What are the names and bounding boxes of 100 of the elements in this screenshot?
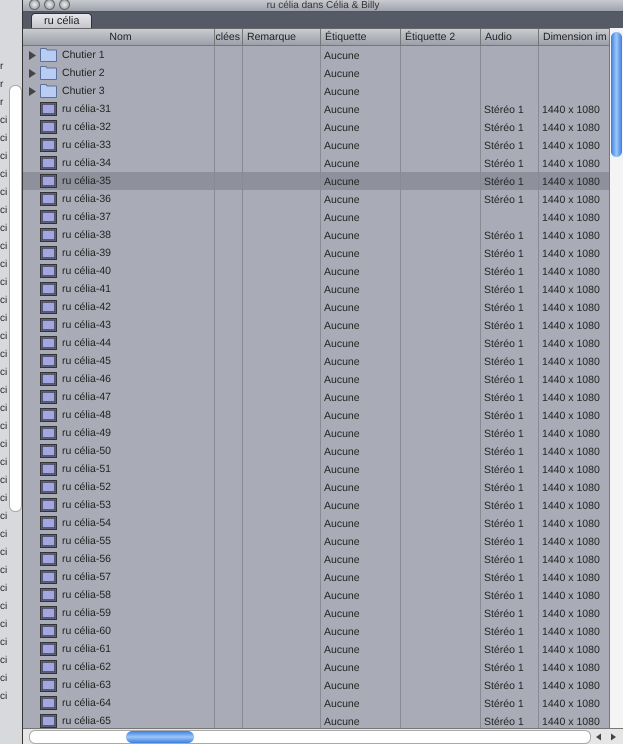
- list-item-text: ci: [0, 654, 8, 668]
- tab[interactable]: ru célia: [31, 13, 92, 28]
- list-item-text: ci: [0, 168, 8, 182]
- list-item-text: ci: [0, 492, 8, 506]
- vertical-scrollbar[interactable]: [609, 28, 623, 728]
- label-value: Aucune: [324, 680, 360, 692]
- clip-name: ru célia-50: [62, 445, 112, 457]
- clip-icon: [40, 444, 57, 458]
- disclosure-triangle-icon[interactable]: [29, 86, 36, 96]
- clip-icon: [40, 408, 57, 422]
- clip-name: ru célia-63: [62, 679, 112, 691]
- audio-value: Stéréo 1: [484, 572, 524, 584]
- list-item-text: ci: [0, 456, 8, 470]
- label-value: Aucune: [324, 482, 360, 494]
- dimension-value: 1440 x 1080: [542, 320, 600, 332]
- clip-icon: [40, 192, 57, 206]
- column-header[interactable]: Nom: [23, 29, 215, 45]
- dimension-value: 1440 x 1080: [542, 572, 600, 584]
- label-value: Aucune: [324, 446, 360, 458]
- clip-icon: [40, 210, 57, 224]
- clip-name: ru célia-33: [62, 139, 112, 151]
- dimension-value: 1440 x 1080: [542, 446, 600, 458]
- column-header[interactable]: Étiquette: [321, 29, 401, 45]
- disclosure-triangle-icon[interactable]: [29, 68, 36, 78]
- label-value: Aucune: [324, 410, 360, 422]
- folder-icon: [40, 48, 57, 62]
- label-value: Aucune: [324, 536, 360, 548]
- dimension-value: 1440 x 1080: [542, 122, 600, 134]
- audio-value: Stéréo 1: [484, 284, 524, 296]
- clip-icon: [40, 624, 57, 638]
- column-header[interactable]: clées: [215, 29, 243, 45]
- clip-name: ru célia-55: [62, 535, 112, 547]
- audio-value: Stéréo 1: [484, 194, 524, 206]
- clip-name: ru célia-49: [62, 427, 112, 439]
- list-item-text: ci: [0, 276, 8, 290]
- list-item-text: ci: [0, 582, 8, 596]
- clip-name: ru célia-40: [62, 265, 112, 277]
- clip-icon: [40, 696, 57, 710]
- dimension-value: 1440 x 1080: [542, 482, 600, 494]
- clip-icon: [40, 102, 57, 116]
- clip-name: ru célia-64: [62, 697, 112, 709]
- list-item-text: ci: [0, 204, 8, 218]
- label-value: Aucune: [324, 176, 360, 188]
- clip-name: ru célia-45: [62, 355, 112, 367]
- list-item-text: ci: [0, 402, 8, 416]
- label-value: Aucune: [324, 374, 360, 386]
- list-item-text: ci: [0, 114, 8, 128]
- label-value: Aucune: [324, 428, 360, 440]
- list-item-text: ci: [0, 600, 8, 614]
- label-value: Aucune: [324, 50, 360, 62]
- clip-name: Chutier 1: [62, 49, 105, 61]
- clip-icon: [40, 498, 57, 512]
- dimension-value: 1440 x 1080: [542, 194, 600, 206]
- clip-icon: [40, 120, 57, 134]
- dimension-value: 1440 x 1080: [542, 464, 600, 476]
- dimension-value: 1440 x 1080: [542, 392, 600, 404]
- list-item-text: ci: [0, 420, 8, 434]
- column-header[interactable]: Audio: [481, 29, 539, 45]
- window-control-icon[interactable]: [59, 0, 70, 10]
- disclosure-triangle-icon[interactable]: [29, 50, 36, 60]
- clip-name: ru célia-60: [62, 625, 112, 637]
- label-value: Aucune: [324, 320, 360, 332]
- audio-value: Stéréo 1: [484, 626, 524, 638]
- dimension-value: 1440 x 1080: [542, 644, 600, 656]
- clip-name: ru célia-51: [62, 463, 112, 475]
- audio-value: Stéréo 1: [484, 554, 524, 566]
- window-control-icon[interactable]: [29, 0, 40, 10]
- folder-icon: [40, 66, 57, 80]
- audio-value: Stéréo 1: [484, 590, 524, 602]
- table-row[interactable]: ru célia-35 Aucune Stéréo 1 1440 x 1080: [23, 172, 609, 190]
- label-value: Aucune: [324, 626, 360, 638]
- clip-name: ru célia-62: [62, 661, 112, 673]
- label-value: Aucune: [324, 590, 360, 602]
- list-item-text: ci: [0, 546, 8, 560]
- column-header[interactable]: Remarque: [243, 29, 321, 45]
- label-value: Aucune: [324, 338, 360, 350]
- window-control-icon[interactable]: [44, 0, 55, 10]
- clip-name: ru célia-41: [62, 283, 112, 295]
- column-header[interactable]: Étiquette 2: [401, 29, 481, 45]
- label-value: Aucune: [324, 608, 360, 620]
- scrollbar-thumb[interactable]: [126, 730, 194, 742]
- clip-icon: [40, 174, 57, 188]
- list-item-text: ci: [0, 528, 8, 542]
- audio-value: Stéréo 1: [484, 122, 524, 134]
- label-value: Aucune: [324, 392, 360, 404]
- audio-value: Stéréo 1: [484, 356, 524, 368]
- clip-icon: [40, 156, 57, 170]
- clip-name: ru célia-37: [62, 211, 112, 223]
- horizontal-scrollbar[interactable]: [29, 730, 591, 744]
- list-item-text: r: [0, 60, 4, 74]
- clip-name: ru célia-56: [62, 553, 112, 565]
- clip-name: ru célia-44: [62, 337, 112, 349]
- label-value: Aucune: [324, 68, 360, 80]
- dimension-value: 1440 x 1080: [542, 428, 600, 440]
- clip-name: ru célia-61: [62, 643, 112, 655]
- clip-name: ru célia-52: [62, 481, 112, 493]
- label-value: Aucune: [324, 284, 360, 296]
- clip-icon: [40, 714, 57, 728]
- audio-value: Stéréo 1: [484, 248, 524, 260]
- scrollbar-thumb[interactable]: [611, 32, 622, 157]
